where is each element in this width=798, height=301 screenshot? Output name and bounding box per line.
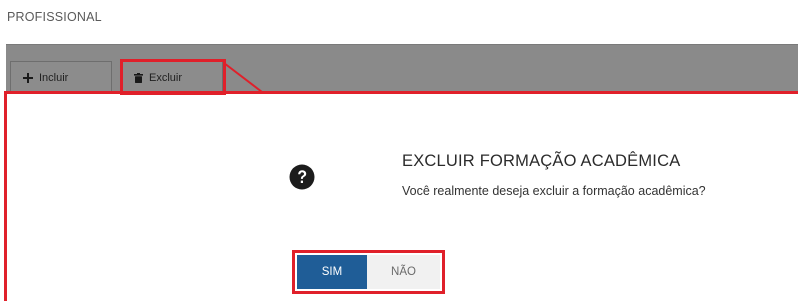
plus-icon (23, 72, 33, 83)
question-circle-icon (289, 164, 315, 190)
confirm-yes-button[interactable]: SIM (297, 255, 367, 289)
incluir-button[interactable]: Incluir (10, 61, 112, 93)
excluir-button[interactable]: Excluir (121, 61, 223, 93)
dialog-title: EXCLUIR FORMAÇÃO ACADÊMICA (402, 152, 681, 170)
incluir-button-label: Incluir (39, 71, 69, 84)
page: PROFISSIONAL Incluir Excluir EXCLUIR FOR… (0, 0, 798, 301)
trash-icon (134, 72, 143, 83)
section-title: PROFISSIONAL (7, 10, 102, 24)
excluir-button-label: Excluir (149, 71, 183, 84)
dialog-message: Você realmente deseja excluir a formação… (402, 184, 706, 198)
confirm-no-button[interactable]: NÃO (367, 255, 440, 289)
